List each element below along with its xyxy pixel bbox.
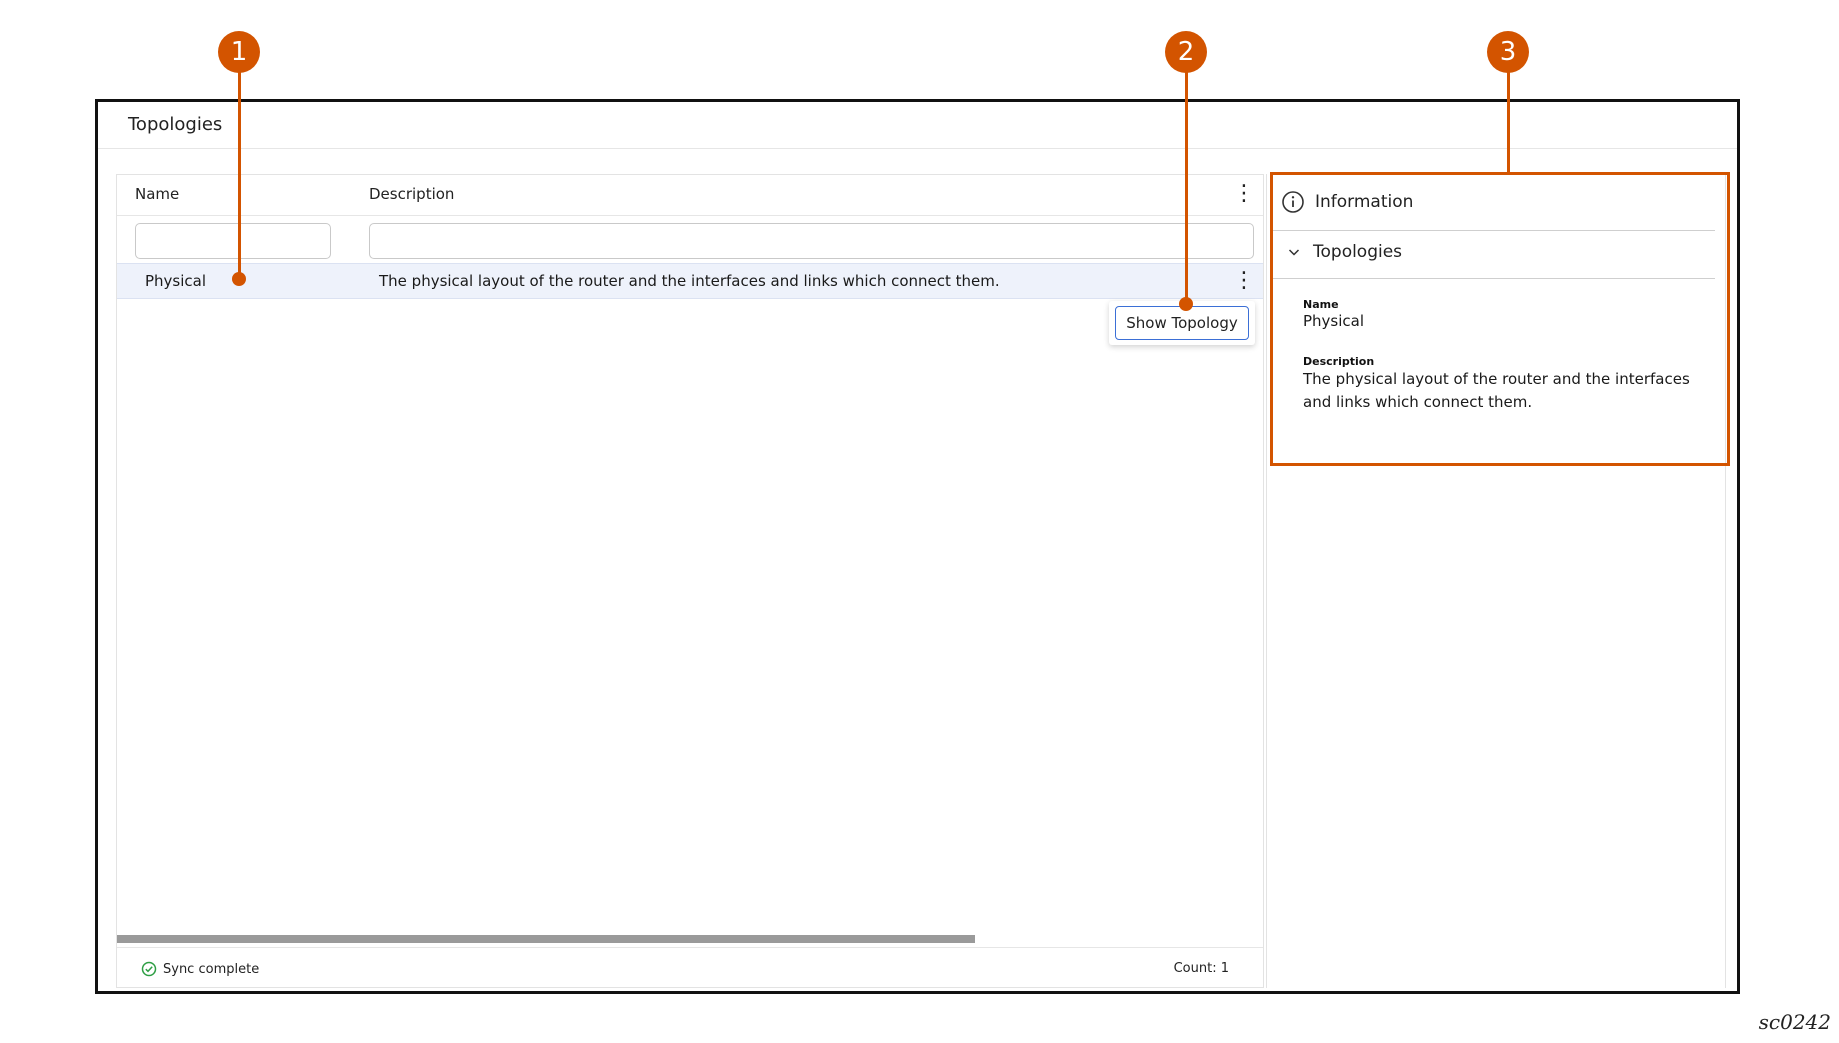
footer-divider: [117, 947, 1263, 948]
figure-id: sc0242: [1758, 1010, 1831, 1034]
horizontal-scrollbar[interactable]: [117, 935, 975, 943]
sync-status-text: Sync complete: [163, 961, 260, 977]
callout-badge-3: 3: [1487, 31, 1529, 73]
row-description-cell: The physical layout of the router and th…: [379, 272, 1000, 290]
description-filter-input[interactable]: [369, 223, 1254, 259]
callout-badge-1: 1: [218, 31, 260, 73]
table-options-kebab-icon[interactable]: ⋮: [1233, 181, 1255, 207]
name-filter-input[interactable]: [135, 223, 331, 259]
callout-badge-2: 2: [1165, 31, 1207, 73]
callout-dot-2: [1179, 297, 1193, 311]
check-circle-icon: [141, 961, 157, 977]
row-name-cell: Physical: [145, 272, 207, 290]
topologies-table: Name Description ⋮ Physical The physical…: [116, 174, 1264, 988]
callout-line-1: [238, 72, 241, 279]
title-divider: [98, 148, 1737, 149]
callout-line-2: [1185, 72, 1188, 304]
header-divider: [117, 215, 1263, 216]
show-topology-button[interactable]: Show Topology: [1115, 306, 1249, 340]
row-actions-kebab-icon[interactable]: ⋮: [1233, 268, 1255, 294]
sync-status: Sync complete: [141, 961, 259, 977]
callout-line-3: [1507, 72, 1510, 174]
column-header-name[interactable]: Name: [135, 185, 179, 203]
information-panel-highlight: [1270, 172, 1730, 466]
table-row[interactable]: Physical The physical layout of the rout…: [117, 263, 1263, 299]
row-count: Count: 1: [1173, 961, 1229, 976]
page-title: Topologies: [128, 114, 223, 135]
callout-dot-1: [232, 272, 246, 286]
column-header-description[interactable]: Description: [369, 185, 454, 203]
